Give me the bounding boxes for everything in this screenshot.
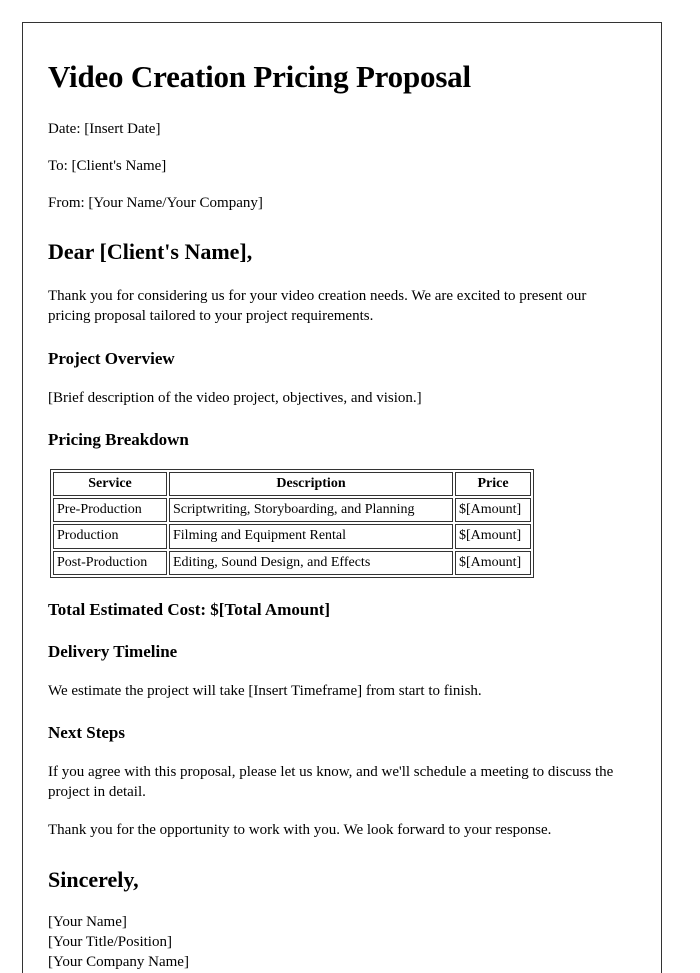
meta-date: Date: [Insert Date] xyxy=(48,120,161,137)
signoff: Sincerely, xyxy=(48,866,139,892)
cell-service: Post-Production xyxy=(53,550,167,575)
project-overview-body: [Brief description of the video project,… xyxy=(48,389,422,406)
cell-service: Production xyxy=(53,524,167,549)
signature-line-company: [Your Company Name] xyxy=(48,953,189,970)
cell-description: Editing, Sound Design, and Effects xyxy=(169,550,453,575)
column-header-service: Service xyxy=(53,471,167,496)
cell-description: Filming and Equipment Rental xyxy=(169,524,453,549)
table-row: Post-Production Editing, Sound Design, a… xyxy=(53,550,531,575)
column-header-price: Price xyxy=(455,471,531,496)
meta-recipient: To: [Client's Name] xyxy=(48,157,167,174)
salutation: Dear [Client's Name], xyxy=(48,239,253,265)
heading-pricing-breakdown: Pricing Breakdown xyxy=(48,430,189,450)
heading-next-steps: Next Steps xyxy=(48,723,125,743)
closing-paragraph: Thank you for the opportunity to work wi… xyxy=(48,822,552,839)
document-page: Video Creation Pricing Proposal Date: [I… xyxy=(22,22,662,973)
meta-sender: From: [Your Name/Your Company] xyxy=(48,195,263,212)
table-header-row: Service Description Price xyxy=(53,471,531,496)
pricing-breakdown-table: Service Description Price Pre-Production… xyxy=(50,468,534,578)
table-row: Pre-Production Scriptwriting, Storyboard… xyxy=(53,497,531,523)
table-row: Production Filming and Equipment Rental … xyxy=(53,524,531,549)
signature-block: [Your Name] [Your Title/Position] [Your … xyxy=(48,913,637,972)
signature-line-name: [Your Name] xyxy=(48,914,127,931)
cell-price: $[Amount] xyxy=(455,550,531,575)
cell-service: Pre-Production xyxy=(53,497,167,523)
cell-price: $[Amount] xyxy=(455,497,531,523)
heading-project-overview: Project Overview xyxy=(48,349,175,369)
cell-description: Scriptwriting, Storyboarding, and Planni… xyxy=(169,497,453,523)
delivery-timeline-body: We estimate the project will take [Inser… xyxy=(48,682,482,699)
next-steps-body: If you agree with this proposal, please … xyxy=(48,763,614,801)
signature-line-title: [Your Title/Position] xyxy=(48,933,172,950)
cell-price: $[Amount] xyxy=(455,524,531,549)
intro-paragraph: Thank you for considering us for your vi… xyxy=(48,287,587,325)
column-header-description: Description xyxy=(169,471,453,496)
heading-delivery-timeline: Delivery Timeline xyxy=(48,642,178,662)
page-title: Video Creation Pricing Proposal xyxy=(48,59,471,94)
heading-total-estimated-cost: Total Estimated Cost: $[Total Amount] xyxy=(48,599,331,619)
